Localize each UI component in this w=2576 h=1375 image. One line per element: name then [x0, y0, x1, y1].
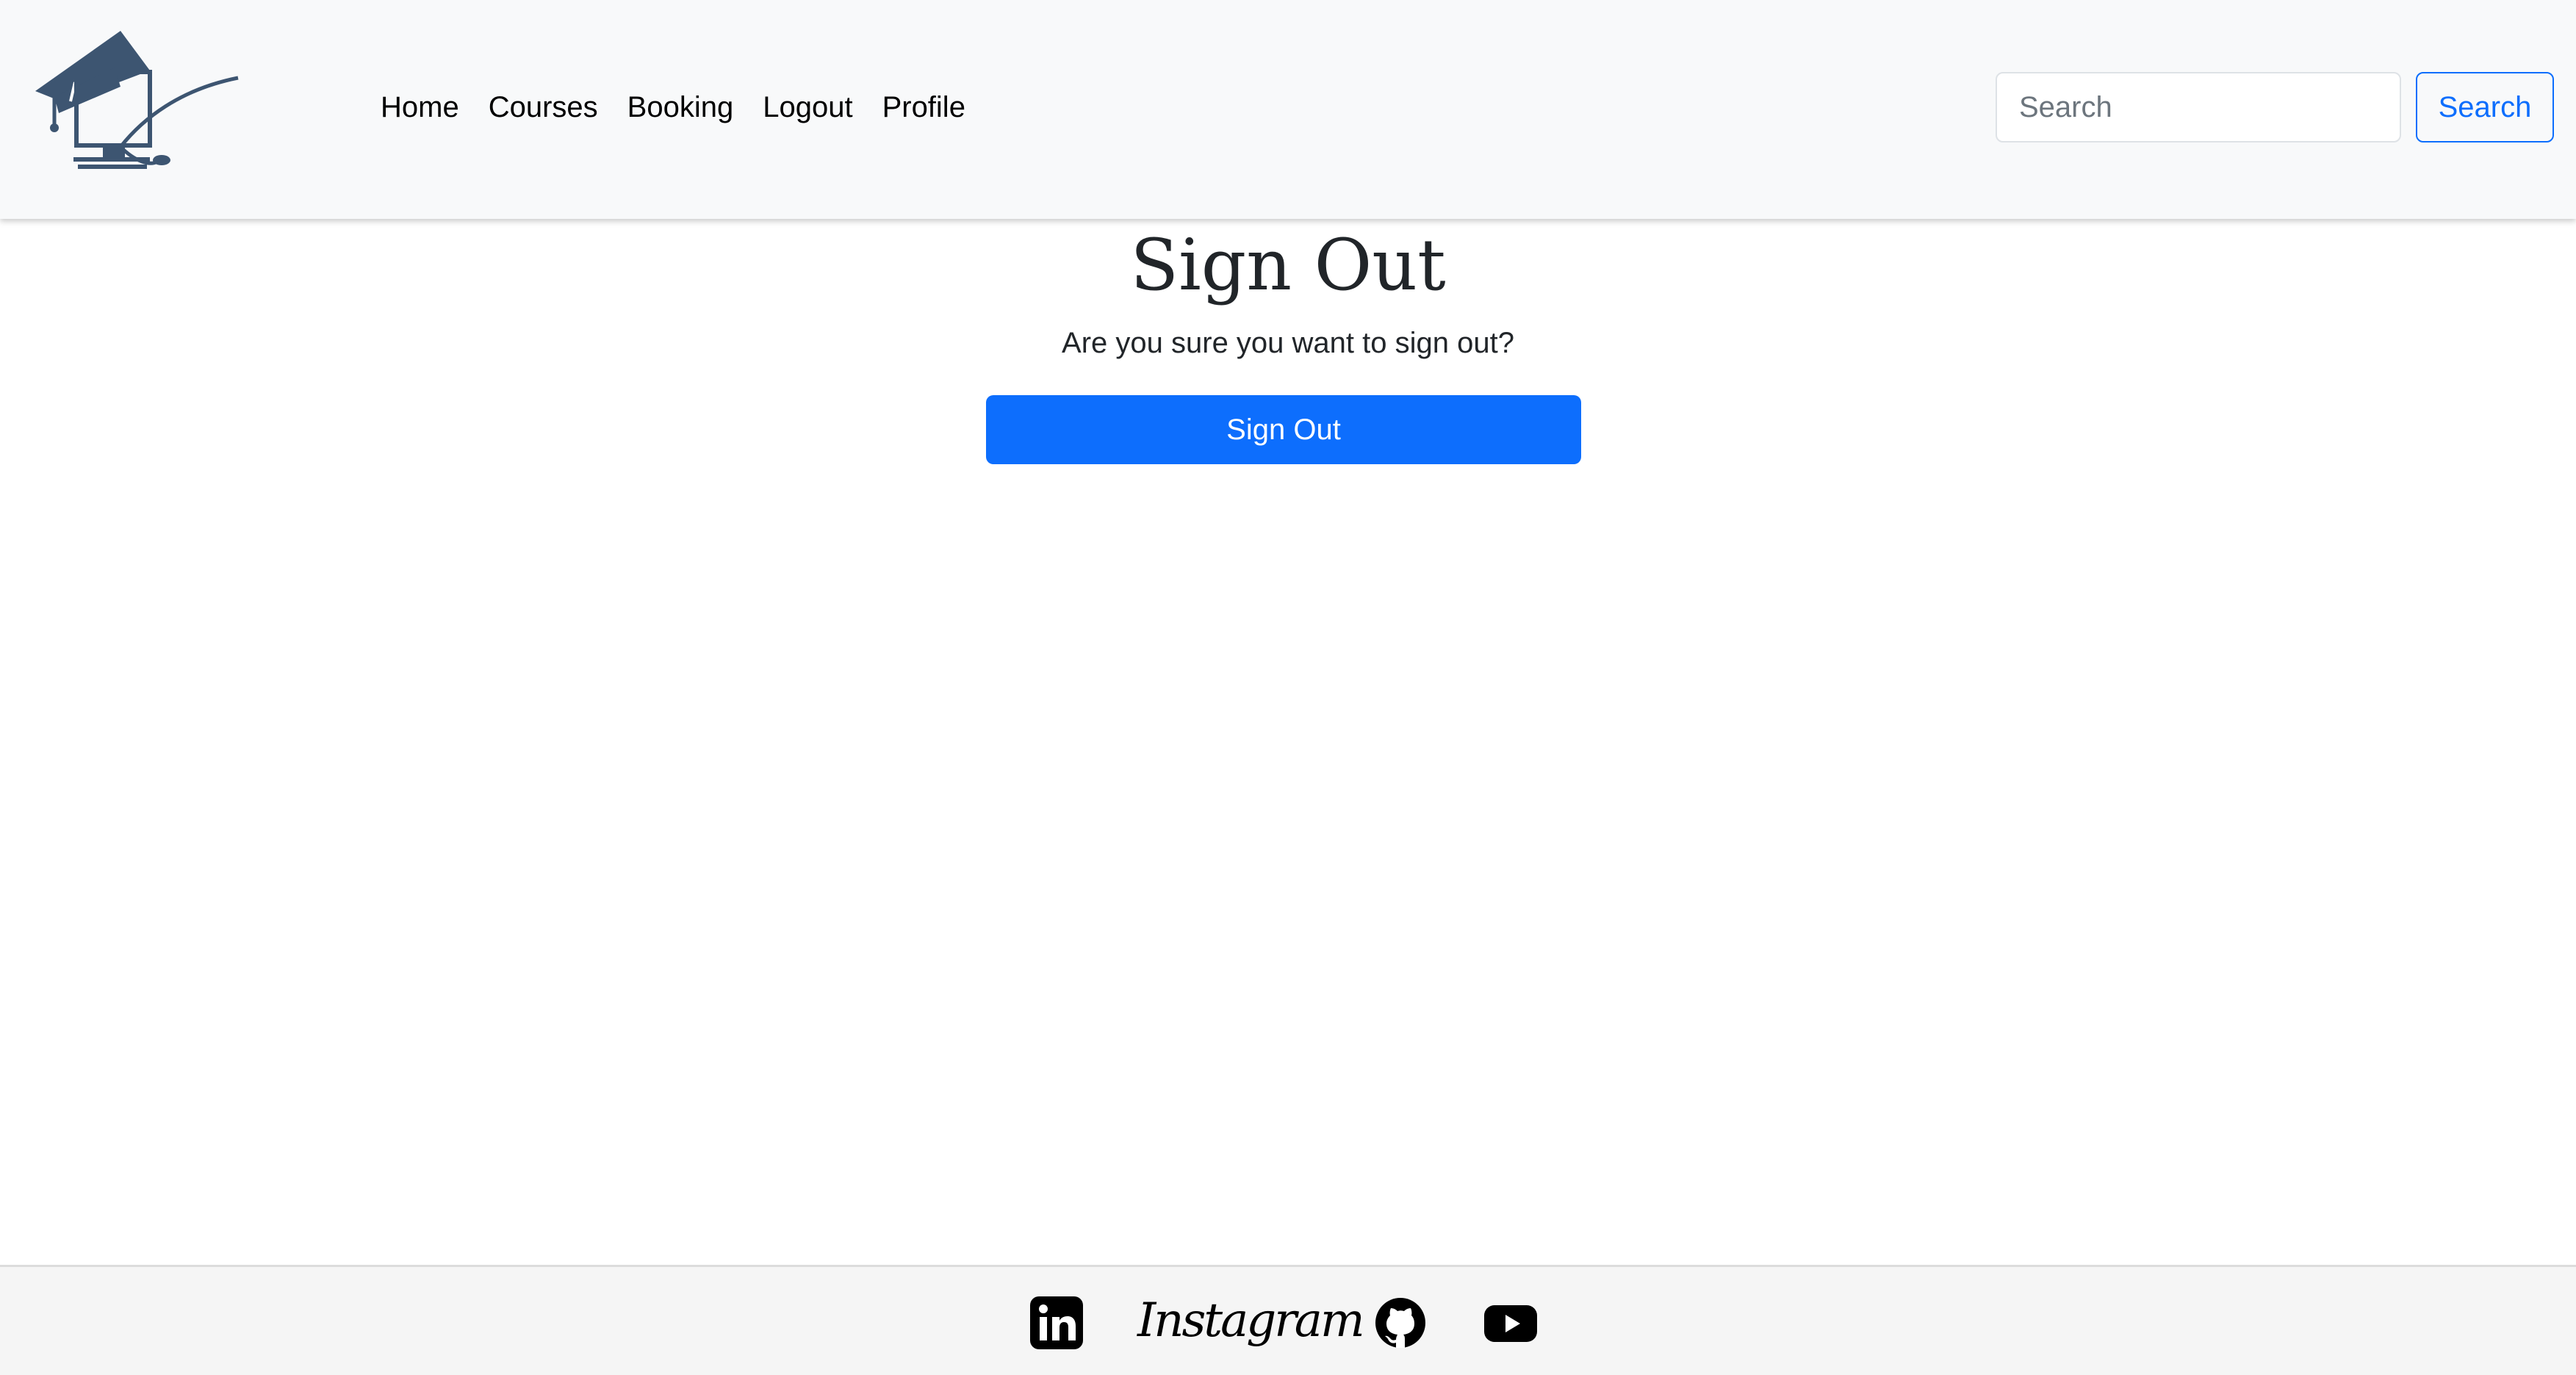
- nav-links: Home Courses Booking Logout Profile: [381, 85, 965, 129]
- nav-link-booking[interactable]: Booking: [627, 91, 734, 124]
- github-icon[interactable]: [1374, 1296, 1427, 1349]
- main-content: Sign Out Are you sure you want to sign o…: [0, 219, 2576, 1265]
- search-button[interactable]: Search: [2416, 72, 2554, 142]
- page-title: Sign Out: [1130, 224, 1446, 306]
- footer: Instagram: [0, 1265, 2576, 1375]
- nav-link-home[interactable]: Home: [381, 91, 459, 124]
- sign-out-button[interactable]: Sign Out: [986, 395, 1581, 464]
- confirm-message: Are you sure you want to sign out?: [1062, 327, 1514, 359]
- logo-icon[interactable]: [32, 31, 245, 172]
- instagram-icon[interactable]: Instagram: [1137, 1288, 1365, 1354]
- navbar: Home Courses Booking Logout Profile Sear…: [0, 0, 2576, 219]
- youtube-icon[interactable]: [1484, 1299, 1537, 1346]
- nav-link-profile[interactable]: Profile: [882, 91, 965, 124]
- search-input[interactable]: [1996, 72, 2401, 142]
- linkedin-icon[interactable]: [1030, 1296, 1083, 1349]
- nav-link-logout[interactable]: Logout: [763, 91, 852, 124]
- nav-link-courses[interactable]: Courses: [489, 91, 598, 124]
